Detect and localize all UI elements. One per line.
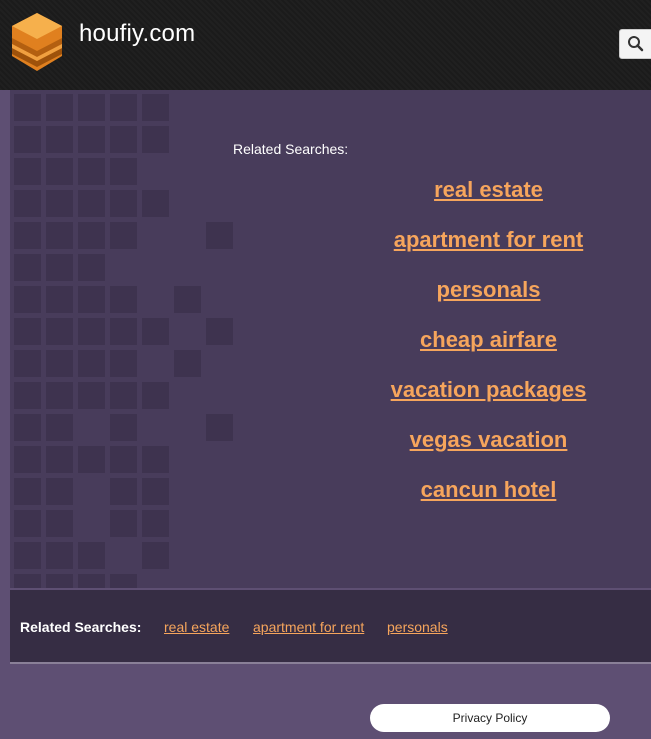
pattern-square	[110, 478, 137, 505]
pattern-square	[110, 446, 137, 473]
pattern-square	[14, 478, 41, 505]
pattern-square	[110, 510, 137, 537]
related-link-cheap-airfare[interactable]: cheap airfare	[300, 326, 651, 376]
pattern-square	[142, 510, 169, 537]
pattern-square	[142, 542, 169, 569]
pattern-square	[14, 510, 41, 537]
pattern-square	[78, 350, 105, 377]
pattern-square	[110, 414, 137, 441]
pattern-square	[46, 350, 73, 377]
pattern-square	[46, 446, 73, 473]
related-searches-panel: Related Searches: real estate apartment …	[10, 90, 651, 588]
pattern-square	[110, 94, 137, 121]
pattern-square	[14, 382, 41, 409]
pattern-square	[46, 510, 73, 537]
site-title[interactable]: houfiy.com	[79, 20, 195, 48]
privacy-policy-button[interactable]: Privacy Policy	[370, 704, 610, 732]
pattern-square	[110, 318, 137, 345]
pattern-square	[206, 414, 233, 441]
pattern-square	[46, 254, 73, 281]
pattern-square	[14, 542, 41, 569]
pattern-square	[78, 126, 105, 153]
pattern-square	[46, 126, 73, 153]
pattern-square	[110, 158, 137, 185]
pattern-square	[110, 382, 137, 409]
related-link-vegas-vacation[interactable]: vegas vacation	[300, 426, 651, 476]
pattern-square	[14, 126, 41, 153]
pattern-square	[14, 158, 41, 185]
pattern-square	[46, 190, 73, 217]
pattern-square	[110, 574, 137, 588]
pattern-square	[14, 318, 41, 345]
pattern-square	[78, 542, 105, 569]
pattern-square	[142, 126, 169, 153]
pattern-square	[142, 318, 169, 345]
pattern-square	[46, 414, 73, 441]
pattern-square	[14, 94, 41, 121]
pattern-square	[46, 222, 73, 249]
pattern-square	[46, 158, 73, 185]
search-icon	[628, 36, 644, 52]
related-links-list: real estate apartment for rent personals…	[300, 176, 651, 526]
pattern-square	[206, 222, 233, 249]
pattern-square	[78, 446, 105, 473]
related-link-personals[interactable]: personals	[300, 276, 651, 326]
pattern-square	[110, 222, 137, 249]
bottom-link-real-estate[interactable]: real estate	[164, 619, 229, 635]
pattern-square	[14, 350, 41, 377]
pattern-square	[78, 574, 105, 588]
pattern-square	[142, 446, 169, 473]
pattern-square	[78, 382, 105, 409]
pattern-square	[142, 94, 169, 121]
pattern-square	[46, 94, 73, 121]
pattern-square	[46, 382, 73, 409]
pattern-square	[142, 190, 169, 217]
pattern-square	[14, 574, 41, 588]
pattern-square	[78, 286, 105, 313]
pattern-square	[142, 478, 169, 505]
pattern-square	[14, 190, 41, 217]
pattern-square	[142, 382, 169, 409]
pattern-square	[110, 350, 137, 377]
bottom-related-label: Related Searches:	[20, 619, 142, 635]
pattern-square	[14, 222, 41, 249]
pattern-square	[174, 286, 201, 313]
bottom-link-apartment-for-rent[interactable]: apartment for rent	[253, 619, 364, 635]
pattern-square	[46, 318, 73, 345]
search-button[interactable]	[619, 29, 651, 59]
related-link-apartment-for-rent[interactable]: apartment for rent	[300, 226, 651, 276]
related-link-real-estate[interactable]: real estate	[300, 176, 651, 226]
pattern-square	[78, 94, 105, 121]
pattern-square	[78, 190, 105, 217]
pattern-square	[46, 574, 73, 588]
pattern-square	[78, 158, 105, 185]
related-searches-heading: Related Searches:	[233, 141, 349, 157]
pattern-square	[78, 318, 105, 345]
pattern-square	[14, 254, 41, 281]
related-link-cancun-hotel[interactable]: cancun hotel	[300, 476, 651, 526]
pattern-square	[14, 414, 41, 441]
pattern-square	[110, 126, 137, 153]
pattern-square	[46, 542, 73, 569]
pattern-square	[110, 190, 137, 217]
pattern-square	[14, 446, 41, 473]
pattern-square	[14, 286, 41, 313]
stacked-box-logo-icon	[10, 11, 64, 73]
site-header: houfiy.com	[0, 0, 651, 90]
bottom-related-bar: Related Searches: real estate apartment …	[10, 590, 651, 664]
related-link-vacation-packages[interactable]: vacation packages	[300, 376, 651, 426]
pattern-square	[78, 254, 105, 281]
pattern-square	[78, 222, 105, 249]
bottom-link-personals[interactable]: personals	[387, 619, 448, 635]
pattern-square	[206, 318, 233, 345]
pattern-square	[110, 286, 137, 313]
pattern-square	[174, 350, 201, 377]
pattern-square	[46, 478, 73, 505]
pattern-square	[46, 286, 73, 313]
